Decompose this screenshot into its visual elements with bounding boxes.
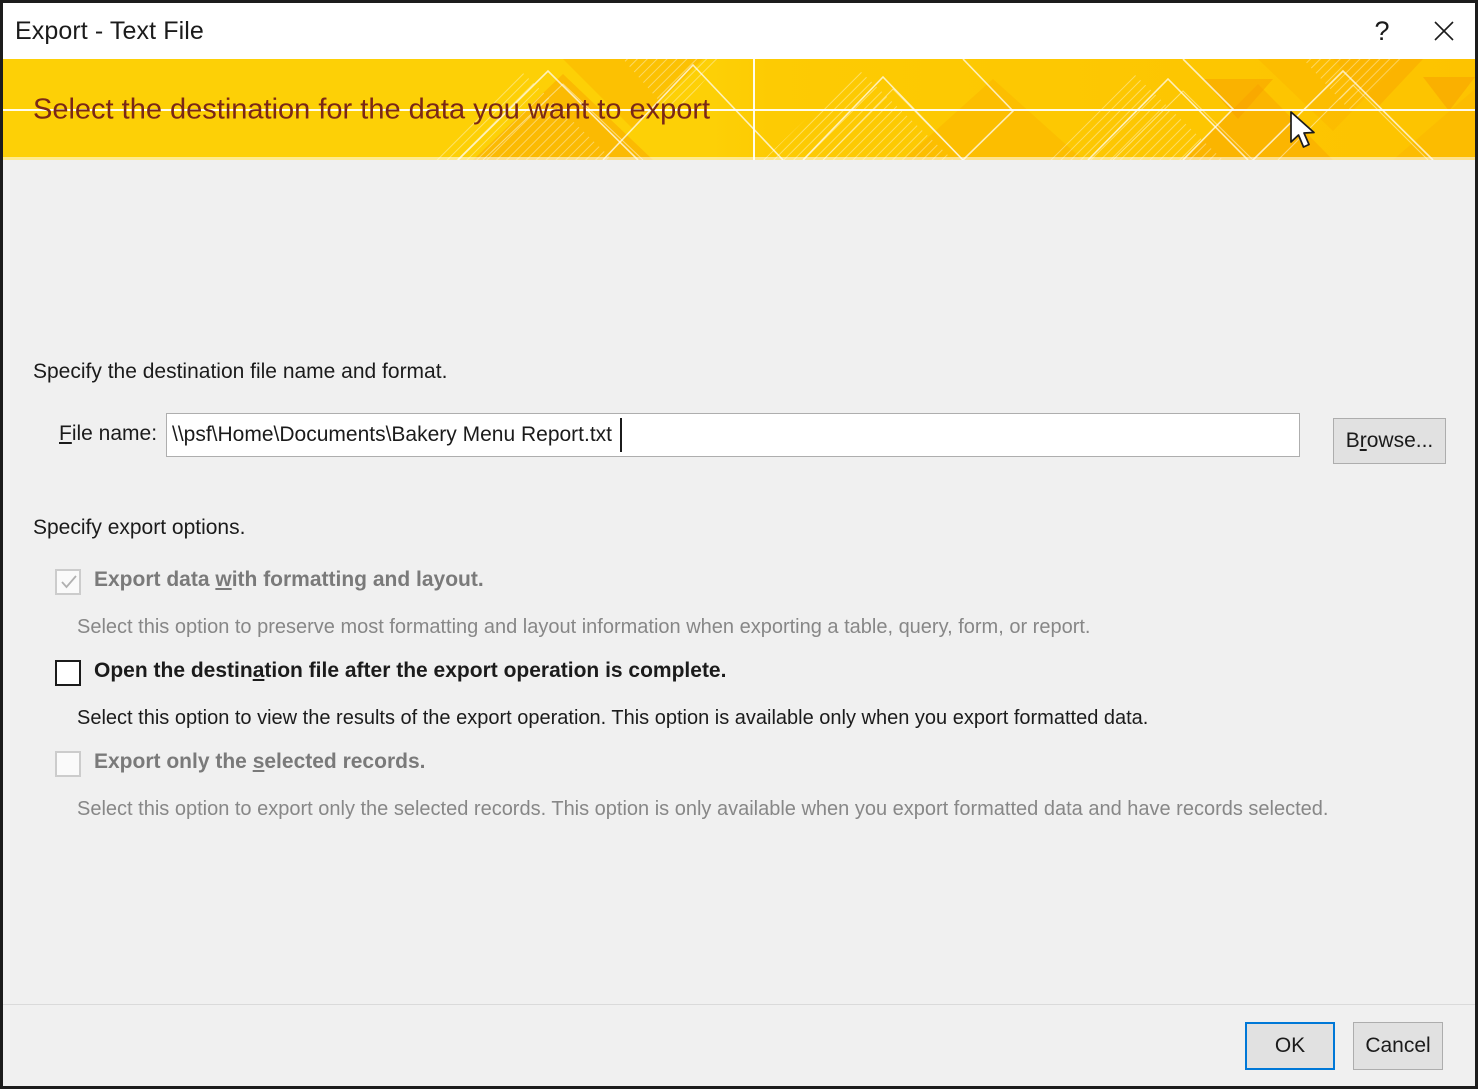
checkbox-export-selected-records[interactable]: [55, 751, 81, 777]
checkbox-export-with-formatting[interactable]: [55, 569, 81, 595]
option-export-with-formatting[interactable]: Export data with formatting and layout.: [55, 567, 484, 595]
cancel-button[interactable]: Cancel: [1353, 1022, 1443, 1070]
option-description-export-with-formatting: Select this option to preserve most form…: [77, 616, 1090, 639]
title-bar-buttons: ?: [1351, 3, 1475, 59]
banner-heading: Select the destination for the data you …: [33, 93, 710, 126]
browse-label-post: owse...: [1367, 429, 1434, 452]
opt3-accel: s: [253, 750, 265, 773]
option-open-destination-file[interactable]: Open the destination file after the expo…: [55, 658, 726, 686]
filename-label: File name:: [59, 422, 157, 446]
opt2-pre: Open the destin: [94, 659, 253, 682]
opt2-accel: a: [253, 659, 265, 682]
checkbox-open-destination-file[interactable]: [55, 660, 81, 686]
window-title: Export - Text File: [3, 17, 204, 46]
option-title-export-selected-records: Export only the selected records.: [94, 749, 425, 775]
filename-input[interactable]: [166, 413, 1300, 457]
banner: Select the destination for the data you …: [3, 59, 1475, 160]
filename-label-accel: F: [59, 422, 72, 445]
banner-bottom-edge: [3, 157, 1475, 160]
dialog-body: Specify the destination file name and fo…: [3, 160, 1475, 1004]
close-button[interactable]: [1413, 3, 1475, 59]
option-title-open-destination-file: Open the destination file after the expo…: [94, 658, 726, 684]
checkmark-icon: [61, 574, 77, 590]
dialog-footer: OK Cancel: [3, 1004, 1475, 1086]
opt1-post: ith formatting and layout.: [232, 568, 484, 591]
option-export-selected-records[interactable]: Export only the selected records.: [55, 749, 425, 777]
opt3-pre: Export only the: [94, 750, 253, 773]
text-caret: [620, 418, 622, 452]
ok-button[interactable]: OK: [1245, 1022, 1335, 1070]
help-button[interactable]: ?: [1351, 3, 1413, 59]
filename-row: File name:: [3, 413, 1475, 459]
option-title-export-with-formatting: Export data with formatting and layout.: [94, 567, 484, 593]
opt2-post: tion file after the export operation is …: [264, 659, 726, 682]
browse-label-pre: B: [1346, 429, 1360, 452]
export-text-file-dialog: Export - Text File ?: [0, 0, 1478, 1089]
browse-button[interactable]: Browse...: [1333, 418, 1446, 464]
browse-label-accel: r: [1360, 429, 1367, 452]
filename-section-label: Specify the destination file name and fo…: [33, 360, 447, 384]
filename-label-rest: ile name:: [72, 422, 157, 445]
options-section-label: Specify export options.: [33, 516, 245, 540]
opt1-accel: w: [215, 568, 231, 591]
opt3-post: elected records.: [264, 750, 425, 773]
option-description-export-selected-records: Select this option to export only the se…: [77, 798, 1328, 821]
question-mark-icon: ?: [1374, 18, 1389, 45]
close-icon: [1433, 20, 1455, 42]
banner-vertical-rule: [753, 59, 755, 160]
opt1-pre: Export data: [94, 568, 215, 591]
option-description-open-destination-file: Select this option to view the results o…: [77, 707, 1148, 730]
title-bar: Export - Text File ?: [3, 3, 1475, 59]
